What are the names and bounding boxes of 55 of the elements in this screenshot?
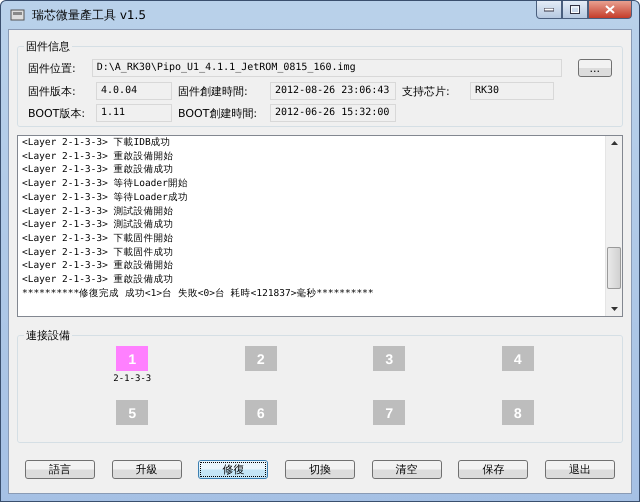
device-slot: 5 [116, 400, 148, 425]
log-line: <Layer 2-1-3-3> 重啟設備開始 [22, 150, 175, 164]
device-slot: 7 [373, 400, 406, 425]
device-slot: 8 [502, 400, 534, 425]
log-line: <Layer 2-1-3-3> 等待Loader成功 [22, 190, 189, 205]
close-button[interactable] [588, 1, 632, 19]
log-line: <Layer 2-1-3-3> 測試設備開始 [22, 204, 175, 218]
scroll-thumb[interactable] [607, 247, 621, 289]
action-button[interactable]: 修復 [198, 460, 268, 479]
field-label: 固件位置: [28, 60, 76, 76]
value-field: 1.11 [96, 104, 172, 122]
field-label: 支持芯片: [402, 84, 451, 98]
minimize-icon [544, 8, 554, 12]
log-line: <Layer 2-1-3-3> 重啟設備成功 [22, 163, 175, 178]
value-field: RK30 [470, 82, 554, 100]
app-icon [10, 8, 26, 22]
window-title: 瑞芯微量產工具 v1.5 [32, 6, 146, 24]
maximize-icon [570, 5, 580, 14]
action-button[interactable]: 退出 [544, 460, 615, 479]
minimize-button[interactable] [536, 1, 562, 19]
device-slot: 6 [244, 400, 277, 425]
action-button[interactable]: 保存 [458, 460, 528, 479]
action-button[interactable]: 清空 [372, 460, 442, 479]
field-label: BOOT版本: [28, 106, 86, 120]
log-line: <Layer 2-1-3-3> 測試設備成功 [22, 218, 175, 232]
log-line: <Layer 2-1-3-3> 重啟設備成功 [22, 273, 175, 287]
log-line: <Layer 2-1-3-3> 等待Loader開始 [22, 177, 189, 191]
field-label: 固件創建時間: [178, 84, 249, 98]
maximize-button[interactable] [562, 1, 588, 19]
action-button[interactable]: 切換 [284, 460, 355, 479]
log-line: <Layer 2-1-3-3> 下載固件開始 [22, 232, 175, 246]
action-button[interactable]: 語言 [25, 460, 95, 479]
scrollbar[interactable] [605, 136, 622, 316]
value-field: 2012-06-26 15:32:00 [270, 104, 396, 122]
field-label: BOOT創建時間: [178, 106, 258, 120]
port-label: 2-1-3-3 [113, 374, 152, 384]
log-line: <Layer 2-1-3-3> 下載固件成功 [22, 246, 175, 260]
log-line: <Layer 2-1-3-3> 重啟設備開始 [22, 259, 175, 274]
value-field: 2012-08-26 23:06:43 [270, 82, 396, 100]
action-button[interactable]: 升級 [112, 460, 182, 479]
group-title: 固件信息 [24, 39, 72, 54]
log-line: <Layer 2-1-3-3> 下載IDB成功 [22, 136, 172, 150]
log-line: **********修復完成 成功<1>台 失敗<0>台 耗時<121837>毫秒********** [22, 286, 375, 300]
device-slot: 2 [244, 346, 277, 371]
field-label: 固件版本: [28, 84, 77, 98]
close-icon [605, 5, 615, 14]
firmware-path-field[interactable]: D:\A_RK30\Pipo_U1_4.1.1_JetROM_0815_160.img [92, 59, 562, 77]
device-slot: 3 [373, 346, 406, 371]
value-field: 4.0.04 [96, 82, 172, 100]
group-title: 連接設備 [24, 328, 72, 343]
scroll-up-icon [610, 141, 618, 145]
device-slot: 1 [116, 346, 148, 371]
browse-button[interactable]: ... [578, 59, 612, 77]
device-slot: 4 [502, 346, 534, 371]
scroll-down-icon [610, 307, 618, 311]
